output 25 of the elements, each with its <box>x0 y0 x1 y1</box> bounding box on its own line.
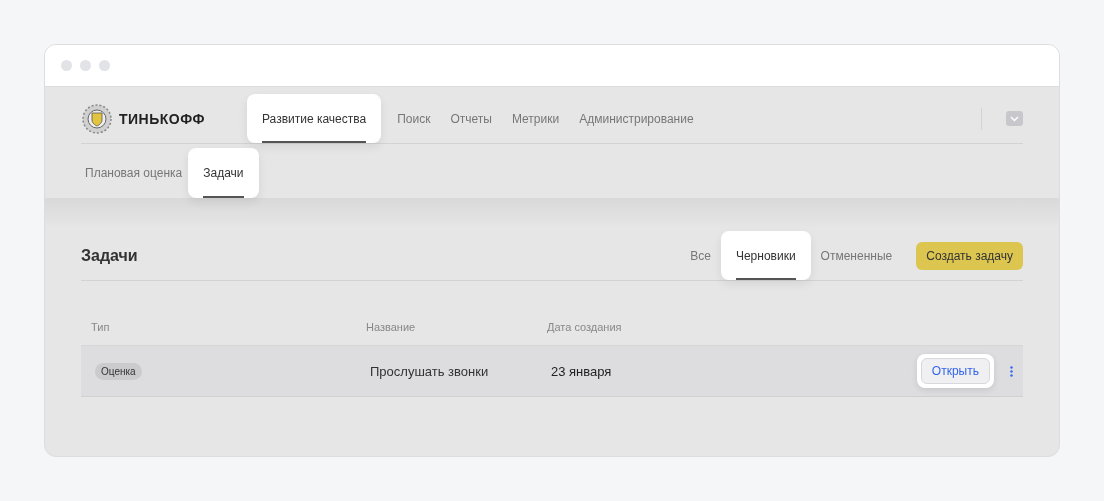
logo-text: ТИНЬКОФФ <box>119 110 205 127</box>
create-task-button[interactable]: Создать задачу <box>916 241 1023 270</box>
filter-tab[interactable]: Черновики <box>720 231 811 280</box>
subnav-tab[interactable]: Задачи <box>188 148 259 198</box>
more-icon[interactable] <box>1010 365 1013 377</box>
table-cell-text: 23 января <box>551 363 613 379</box>
open-button[interactable]: Открыть <box>920 358 990 384</box>
window-dot <box>61 60 72 71</box>
column-header: Дата создания <box>547 321 623 333</box>
filter-tab[interactable]: Все <box>686 248 715 263</box>
column-header: Название <box>366 321 417 333</box>
nav-tab[interactable]: Метрики <box>507 111 564 126</box>
window-dot <box>80 60 91 71</box>
nav-tab[interactable]: Развитие качества <box>247 94 382 143</box>
logo-emblem-icon <box>81 103 113 134</box>
nav-tab[interactable]: Отчеты <box>446 111 496 126</box>
nav-tab[interactable]: Администрирование <box>575 111 698 126</box>
column-header: Тип <box>91 321 111 333</box>
window-dot <box>99 60 110 71</box>
subnav-tab[interactable]: Плановая оценка <box>81 166 187 180</box>
page-title: Задачи <box>81 246 139 265</box>
table-cell-text: Прослушать звонки <box>370 363 490 379</box>
type-badge: Оценка <box>95 362 142 380</box>
nav-tab[interactable]: Поиск <box>393 111 435 126</box>
filter-tab[interactable]: Отмененные <box>816 248 897 263</box>
